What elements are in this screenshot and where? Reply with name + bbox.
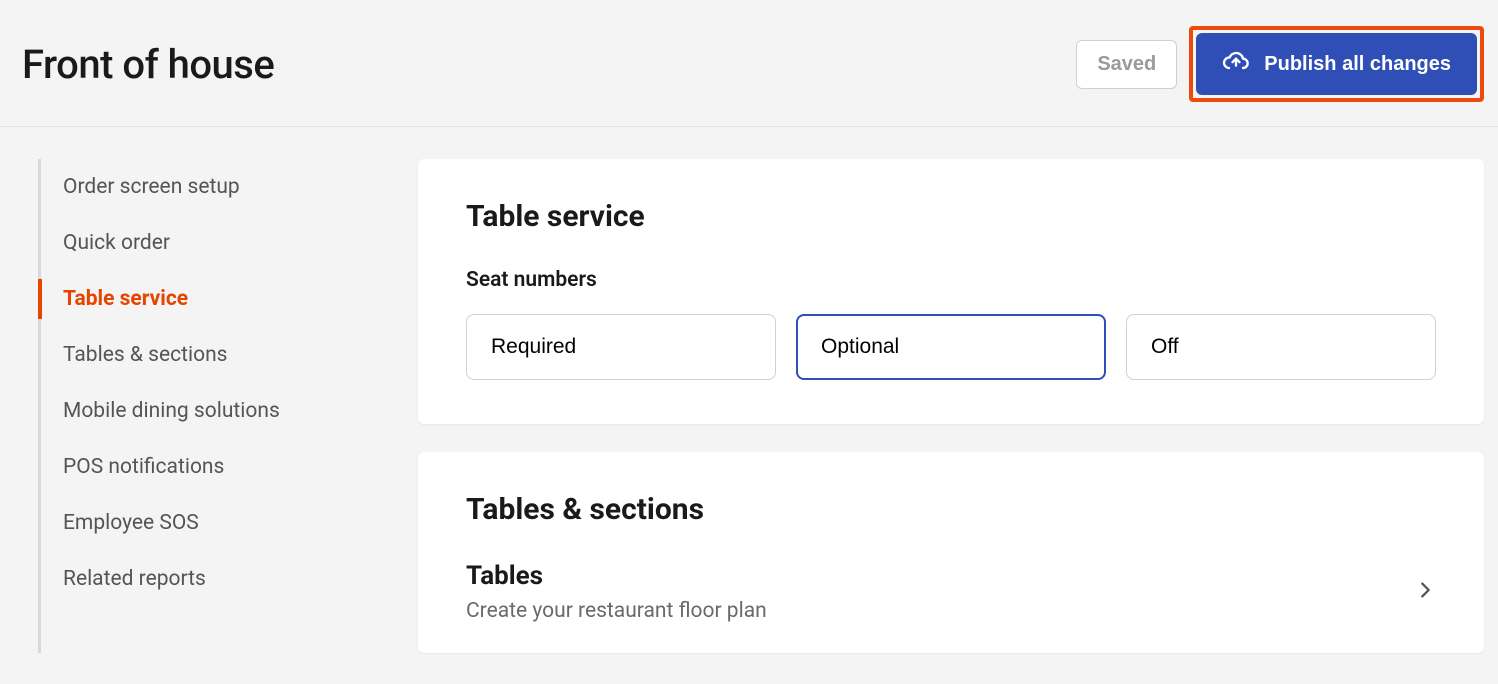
sidebar-item-tables-sections[interactable]: Tables & sections — [41, 327, 378, 383]
sidebar-item-order-screen-setup[interactable]: Order screen setup — [41, 159, 378, 215]
tables-row-text: Tables Create your restaurant floor plan — [466, 561, 767, 623]
seat-numbers-option-off[interactable]: Off — [1126, 314, 1436, 380]
table-service-card: Table service Seat numbers Required Opti… — [418, 159, 1484, 424]
publish-all-button[interactable]: Publish all changes — [1196, 33, 1477, 95]
sidebar-item-employee-sos[interactable]: Employee SOS — [41, 495, 378, 551]
page-title: Front of house — [22, 41, 274, 88]
sidebar-item-quick-order[interactable]: Quick order — [41, 215, 378, 271]
tables-sections-title: Tables & sections — [466, 492, 1436, 527]
seat-numbers-label: Seat numbers — [466, 268, 1436, 292]
chevron-right-icon — [1414, 579, 1436, 605]
table-service-title: Table service — [466, 199, 1436, 234]
main-content: Table service Seat numbers Required Opti… — [418, 159, 1484, 653]
header-actions: Saved Publish all changes — [1076, 26, 1484, 102]
sidebar-item-pos-notifications[interactable]: POS notifications — [41, 439, 378, 495]
seat-numbers-option-required[interactable]: Required — [466, 314, 776, 380]
tables-row-subtitle: Create your restaurant floor plan — [466, 599, 767, 623]
sidebar: Order screen setup Quick order Table ser… — [38, 159, 378, 653]
page-header: Front of house Saved Publish all changes — [0, 0, 1498, 127]
saved-button: Saved — [1076, 40, 1177, 89]
sidebar-item-table-service[interactable]: Table service — [41, 271, 378, 327]
seat-numbers-group: Required Optional Off — [466, 314, 1436, 380]
sidebar-item-mobile-dining-solutions[interactable]: Mobile dining solutions — [41, 383, 378, 439]
publish-button-label: Publish all changes — [1264, 53, 1451, 76]
cloud-upload-icon — [1222, 47, 1250, 81]
publish-highlight: Publish all changes — [1189, 26, 1484, 102]
seat-numbers-option-optional[interactable]: Optional — [796, 314, 1106, 380]
tables-row[interactable]: Tables Create your restaurant floor plan — [466, 561, 1436, 623]
tables-sections-card: Tables & sections Tables Create your res… — [418, 452, 1484, 653]
sidebar-item-related-reports[interactable]: Related reports — [41, 551, 378, 607]
tables-row-title: Tables — [466, 561, 767, 591]
